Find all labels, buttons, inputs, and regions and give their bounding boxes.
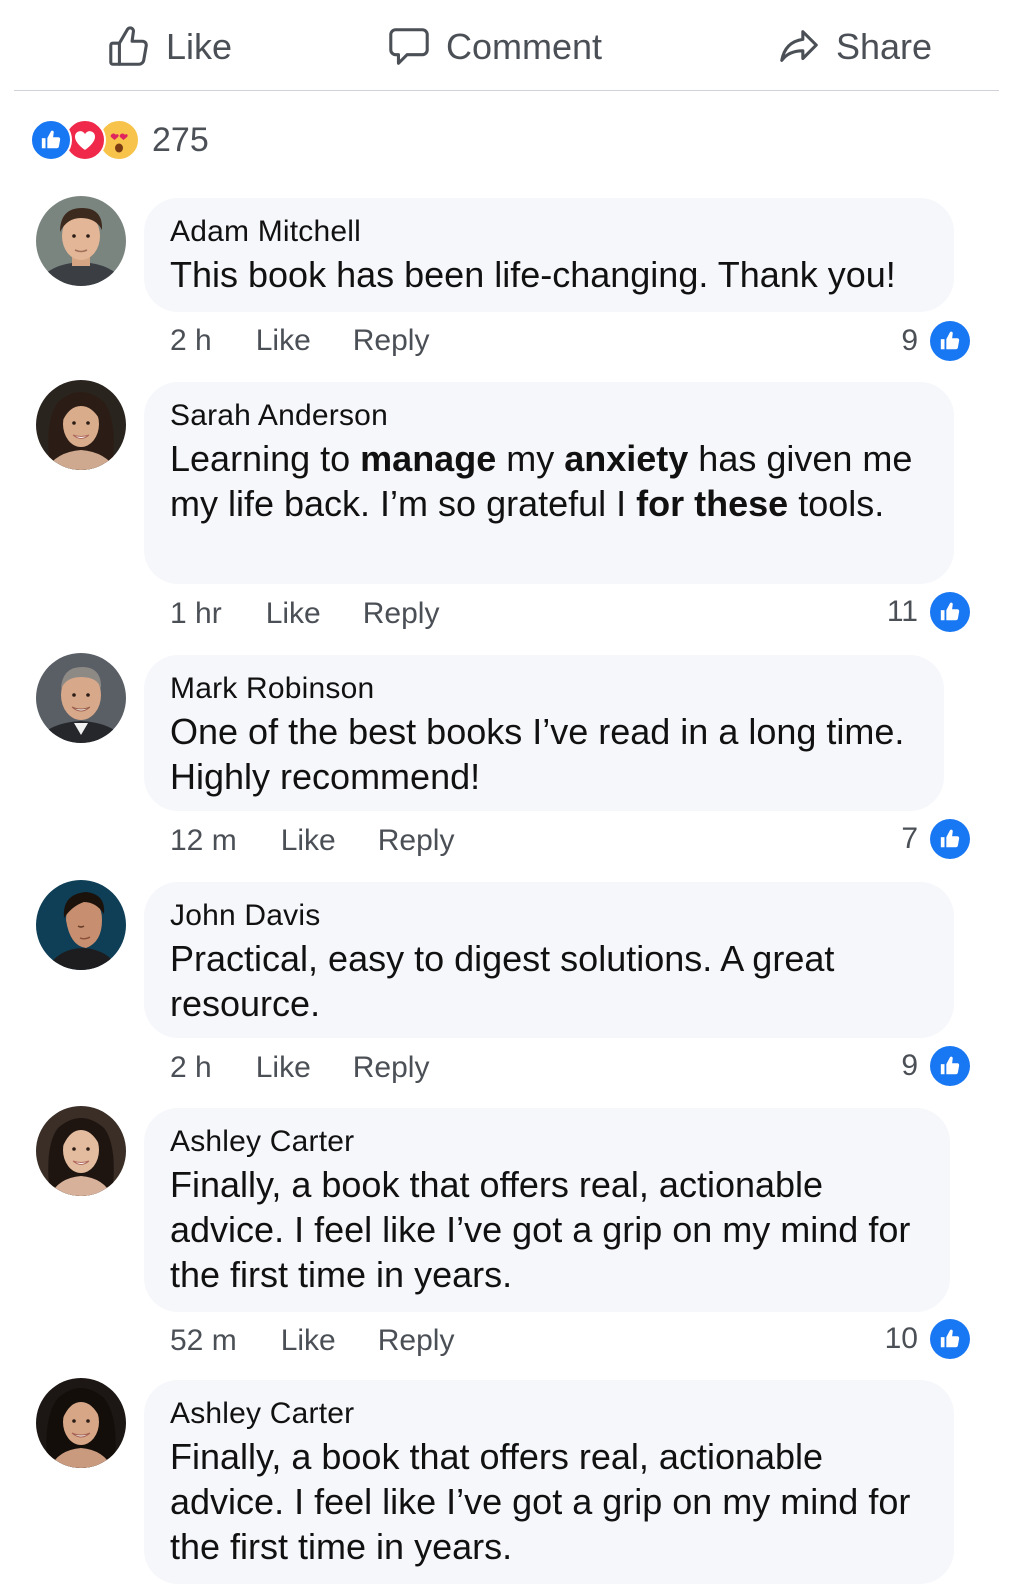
comment-timestamp[interactable]: 2 h <box>170 1051 212 1085</box>
comment-author[interactable]: John Davis <box>170 896 928 936</box>
like-button-label: Like <box>166 26 233 67</box>
like-badge-icon <box>930 1046 970 1086</box>
comment-text-bold: manage <box>360 438 497 479</box>
comment-text-bold: anxiety <box>564 438 689 479</box>
comment-like-count[interactable]: 9 <box>901 319 970 363</box>
comment-author[interactable]: Ashley Carter <box>170 1394 928 1434</box>
comment-timestamp[interactable]: 1 hr <box>170 597 222 631</box>
comment-text: This book has been life-changing. Thank … <box>170 254 896 295</box>
comment-meta: 52 m Like Reply <box>170 1319 454 1363</box>
comment-like-count[interactable]: 7 <box>901 817 970 861</box>
comment-like-link[interactable]: Like <box>281 824 336 858</box>
comment-like-number: 9 <box>901 1049 918 1082</box>
comment-like-number: 10 <box>884 1322 918 1355</box>
comment-bubble: Adam Mitchell This book has been life-ch… <box>144 198 954 312</box>
comment-like-link[interactable]: Like <box>256 324 311 358</box>
comment-text-part: my <box>496 438 565 479</box>
avatar[interactable] <box>36 1378 126 1468</box>
comment-button-label: Comment <box>446 26 603 67</box>
comment-meta: 12 m Like Reply <box>170 819 454 863</box>
comment-timestamp[interactable]: 12 m <box>170 824 237 858</box>
comment-text-part: tools. <box>788 483 885 524</box>
comment-timestamp[interactable]: 52 m <box>170 1324 237 1358</box>
comment-bubble: Ashley Carter Finally, a book that offer… <box>144 1108 950 1312</box>
avatar[interactable] <box>36 380 126 470</box>
comment-text-bold: for these <box>636 483 789 524</box>
comment-meta: 2 h Like Reply <box>170 319 429 363</box>
post-actions-bar: Like Comment Share <box>14 0 999 91</box>
share-button-label: Share <box>836 26 933 67</box>
comment-like-count[interactable]: 9 <box>901 1044 970 1088</box>
reactions-summary[interactable]: 275 <box>30 118 209 162</box>
like-badge-icon <box>930 819 970 859</box>
share-arrow-icon <box>776 24 822 70</box>
comment-author[interactable]: Mark Robinson <box>170 669 918 709</box>
comment-timestamp[interactable]: 2 h <box>170 324 212 358</box>
comment-like-count[interactable]: 11 <box>887 590 970 634</box>
comment-reply-link[interactable]: Reply <box>378 1324 455 1358</box>
comment-button[interactable]: Comment <box>386 22 602 72</box>
comment-bubble: Ashley Carter Finally, a book that offer… <box>144 1380 954 1584</box>
comment-text: Practical, easy to digest solutions. A g… <box>170 938 835 1024</box>
comment-text: One of the best books I’ve read in a lon… <box>170 711 905 797</box>
like-badge-icon <box>930 321 970 361</box>
reaction-count: 275 <box>152 120 209 159</box>
comment-text: Learning to manage my anxiety has given … <box>170 436 928 526</box>
comment-bubble: John Davis Practical, easy to digest sol… <box>144 882 954 1038</box>
comment-like-link[interactable]: Like <box>281 1324 336 1358</box>
comment-like-number: 7 <box>901 822 918 855</box>
comment-text: Finally, a book that offers real, action… <box>170 1436 911 1567</box>
comment-like-link[interactable]: Like <box>266 597 321 631</box>
comment-like-number: 9 <box>901 324 918 357</box>
comment-bubble: Sarah Anderson Learning to manage my anx… <box>144 382 954 584</box>
avatar[interactable] <box>36 653 126 743</box>
comment-meta: 2 h Like Reply <box>170 1046 429 1090</box>
avatar[interactable] <box>36 196 126 286</box>
comment-author[interactable]: Ashley Carter <box>170 1122 924 1162</box>
comment-reply-link[interactable]: Reply <box>353 324 430 358</box>
avatar[interactable] <box>36 1106 126 1196</box>
share-button[interactable]: Share <box>776 22 932 72</box>
like-badge-icon <box>930 1319 970 1359</box>
comment-reply-link[interactable]: Reply <box>363 597 440 631</box>
comment-reply-link[interactable]: Reply <box>353 1051 430 1085</box>
comment-author[interactable]: Adam Mitchell <box>170 212 928 252</box>
comment-author[interactable]: Sarah Anderson <box>170 396 928 436</box>
like-button[interactable]: Like <box>106 22 232 72</box>
comment-like-link[interactable]: Like <box>256 1051 311 1085</box>
comment-text-part: Learning to <box>170 438 361 479</box>
like-badge-icon <box>930 592 970 632</box>
like-reaction-icon <box>30 119 72 161</box>
comment-like-number: 11 <box>886 595 918 628</box>
speech-bubble-icon <box>386 24 432 70</box>
comment-meta: 1 hr Like Reply <box>170 592 439 636</box>
comment-like-count[interactable]: 10 <box>885 1317 970 1361</box>
comment-bubble: Mark Robinson One of the best books I’ve… <box>144 655 944 811</box>
thumbs-up-icon <box>106 24 152 70</box>
comment-reply-link[interactable]: Reply <box>378 824 455 858</box>
comment-text: Finally, a book that offers real, action… <box>170 1164 911 1295</box>
avatar[interactable] <box>36 880 126 970</box>
